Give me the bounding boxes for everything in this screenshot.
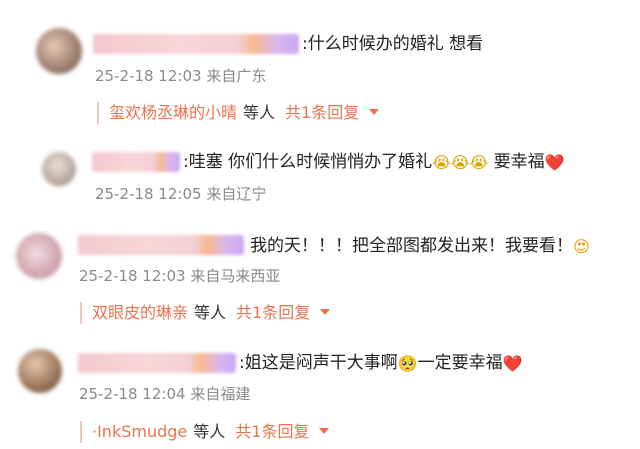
reply-count-link[interactable]: 共1条回复 xyxy=(236,303,310,322)
avatar[interactable] xyxy=(36,28,82,74)
avatar[interactable] xyxy=(18,349,62,393)
location: 来自广东 xyxy=(206,67,267,85)
username-blurred[interactable] xyxy=(92,152,180,172)
heart-emoji-icon: ❤️ xyxy=(502,354,523,373)
caret-down-icon[interactable] xyxy=(319,428,330,434)
heart-eyes-emoji-icon: 😍 xyxy=(573,237,590,256)
reply-etc: 等人 xyxy=(193,422,226,441)
heart-emoji-icon: ❤️ xyxy=(544,153,565,172)
comment-text: 我的天！！！把全部图都发出来！我要看！😍 xyxy=(250,236,590,256)
reply-summary[interactable]: ·InkSmudge 等人 共1条回复 xyxy=(80,421,330,443)
comment-meta: 25-2-18 12:04 来自福建 xyxy=(79,384,250,404)
reply-summary[interactable]: 玺欢杨丞琳的小晴 等人 共1条回复 xyxy=(97,102,380,124)
reply-etc: 等人 xyxy=(194,303,227,322)
username-blurred[interactable] xyxy=(78,235,244,255)
comment-text: :姐这是闷声干大事啊🥺一定要幸福❤️ xyxy=(239,353,523,373)
location: 来自马来西亚 xyxy=(190,267,281,285)
reply-count-link[interactable]: 共1条回复 xyxy=(285,103,359,122)
crying-emoji-icon: 😭 xyxy=(432,153,451,172)
caret-down-icon[interactable] xyxy=(320,309,331,315)
timestamp: 25-2-18 12:03 xyxy=(79,267,186,285)
reply-username[interactable]: ·InkSmudge xyxy=(92,422,187,441)
reply-summary[interactable]: 双眼皮的琳亲 等人 共1条回复 xyxy=(80,302,331,324)
location: 来自辽宁 xyxy=(206,185,267,203)
comment-text: :什么时候办的婚礼 想看 xyxy=(302,34,484,54)
location: 来自福建 xyxy=(190,385,251,403)
pleading-emoji-icon: 🥺 xyxy=(397,354,418,373)
comment-text: :哇塞 你们什么时候悄悄办了婚礼😭😭😭 要幸福❤️ xyxy=(183,152,565,172)
comment-meta: 25-2-18 12:03 来自广东 xyxy=(95,66,266,86)
timestamp: 25-2-18 12:04 xyxy=(79,385,186,403)
caret-down-icon[interactable] xyxy=(369,109,380,115)
reply-username[interactable]: 双眼皮的琳亲 xyxy=(92,303,188,322)
reply-etc: 等人 xyxy=(243,103,276,122)
avatar[interactable] xyxy=(42,152,76,186)
comment-meta: 25-2-18 12:03 来自马来西亚 xyxy=(79,266,280,286)
username-blurred[interactable] xyxy=(78,353,236,373)
username-blurred[interactable] xyxy=(93,34,299,54)
reply-count-link[interactable]: 共1条回复 xyxy=(235,422,309,441)
avatar[interactable] xyxy=(16,233,62,279)
comment-meta: 25-2-18 12:05 来自辽宁 xyxy=(95,184,266,204)
timestamp: 25-2-18 12:03 xyxy=(95,67,202,85)
crying-emoji-icon: 😭 xyxy=(469,153,489,172)
reply-username[interactable]: 玺欢杨丞琳的小晴 xyxy=(109,103,237,122)
crying-emoji-icon: 😭 xyxy=(450,153,470,172)
timestamp: 25-2-18 12:05 xyxy=(95,185,202,203)
